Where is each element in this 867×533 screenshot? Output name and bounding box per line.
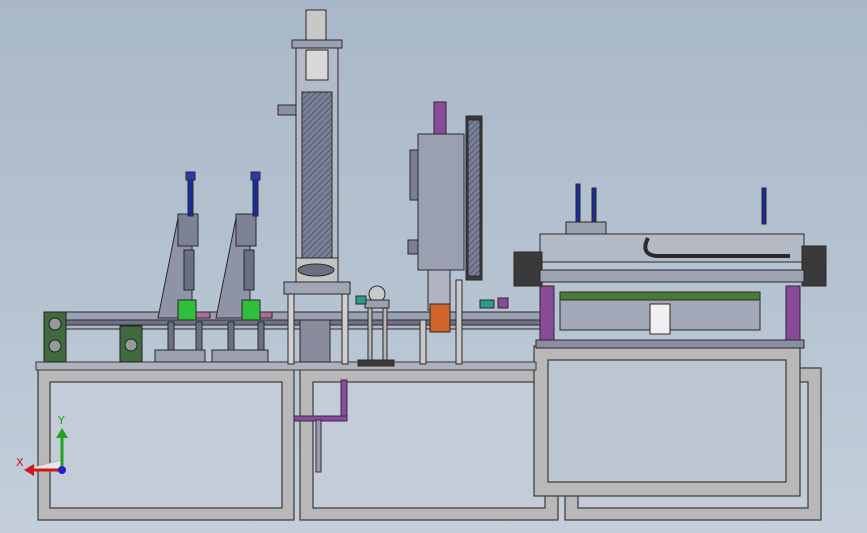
gantry-module (513, 183, 827, 349)
triad-y-label: Y (58, 414, 65, 427)
lift-column (277, 9, 351, 365)
base-frame-left (37, 367, 295, 521)
press-station-2 (211, 171, 269, 363)
base-frame-middle (299, 367, 559, 521)
press-station-1 (154, 171, 206, 363)
base-frame-raised (533, 345, 801, 497)
cad-viewport[interactable]: Y X (0, 0, 867, 533)
triad-x-label: X (16, 456, 24, 469)
machine-assembly-drawing (24, 9, 827, 521)
